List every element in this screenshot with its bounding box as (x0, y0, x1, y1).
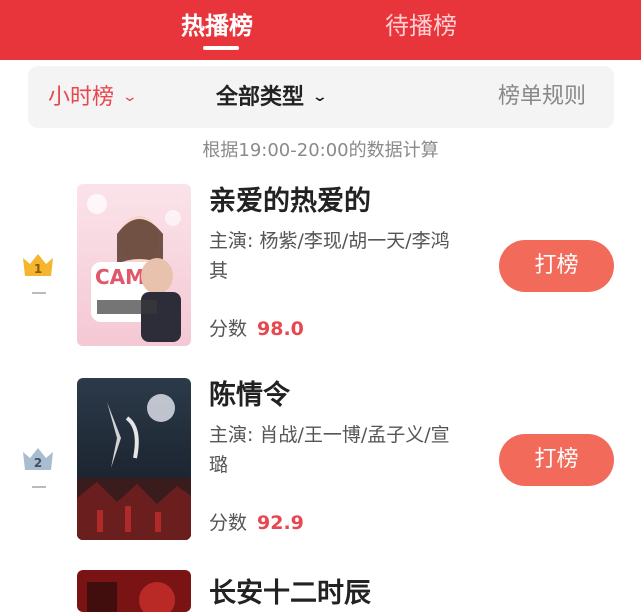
drama-title[interactable]: 陈情令 (209, 378, 290, 414)
rank-number: 2 (34, 456, 42, 470)
tab-upcoming-ranking[interactable]: 待播榜 (385, 10, 457, 42)
hourly-filter-label: 小时榜 (48, 85, 115, 110)
type-filter-label: 全部类型 (216, 85, 305, 110)
list-item[interactable]: 1 CAM 亲爱的热爱的 主演: 杨紫/李现/胡一天/李鸿其 分数 98.0 打榜 (0, 184, 641, 348)
tab-hot-ranking[interactable]: 热播榜 (181, 10, 253, 42)
vote-button[interactable]: 打榜 (499, 240, 614, 292)
data-calculation-note: 根据19:00-20:00的数据计算 (202, 140, 439, 161)
top-tab-bar: 热播榜 待播榜 (0, 0, 641, 60)
chevron-down-icon: ⌄ (121, 89, 139, 105)
poster-image[interactable] (77, 570, 191, 612)
crown-gold-icon: 1 (21, 250, 55, 280)
ranking-rules-link[interactable]: 榜单规则 (498, 82, 586, 112)
drama-title[interactable]: 亲爱的热爱的 (209, 184, 371, 220)
rank-change-indicator (32, 486, 46, 488)
score-label: 分数 (209, 318, 248, 340)
svg-text:CAM: CAM (95, 265, 145, 289)
active-tab-indicator (203, 46, 239, 50)
list-item[interactable]: 长安十二时辰 (0, 570, 641, 612)
score-row: 分数 98.0 (209, 316, 304, 342)
chevron-down-icon: ⌄ (311, 89, 329, 105)
rank-change-indicator (32, 292, 46, 294)
poster-image[interactable] (77, 378, 191, 540)
drama-title[interactable]: 长安十二时辰 (209, 576, 371, 612)
rank-number: 1 (34, 262, 42, 276)
score-row: 分数 92.9 (209, 510, 304, 536)
score-label: 分数 (209, 512, 248, 534)
cast-list: 主演: 杨紫/李现/胡一天/李鸿其 (209, 230, 450, 282)
crown-silver-icon: 2 (21, 444, 55, 474)
filter-bar: 小时榜 ⌄ 全部类型 ⌄ 榜单规则 (28, 66, 614, 128)
cast-list: 主演: 肖战/王一博/孟子义/宣璐 (209, 424, 450, 476)
poster-image[interactable]: CAM (77, 184, 191, 346)
vote-button[interactable]: 打榜 (499, 434, 614, 486)
score-value: 98.0 (257, 318, 304, 340)
list-item[interactable]: 2 陈情令 主演: 肖战/王一博/孟子义/宣璐 分数 92.9 打榜 (0, 378, 641, 542)
score-value: 92.9 (257, 512, 304, 534)
type-filter-dropdown[interactable]: 全部类型 ⌄ (216, 82, 329, 113)
hourly-filter-dropdown[interactable]: 小时榜 ⌄ (48, 82, 139, 113)
